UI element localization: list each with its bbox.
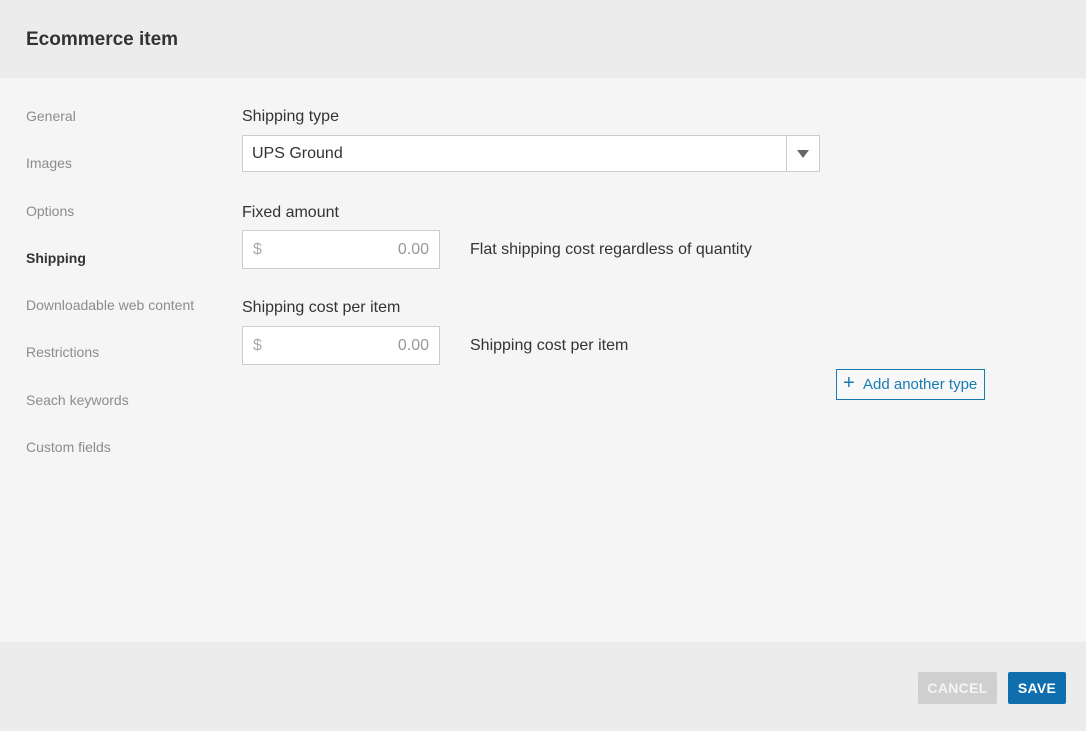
dialog-title: Ecommerce item — [26, 29, 179, 50]
sidebar-item-options[interactable]: Options — [26, 201, 216, 248]
shipping-type-select[interactable]: UPS Ground — [242, 135, 820, 172]
sidebar-item-downloadable-web-content[interactable]: Downloadable web content — [26, 295, 216, 342]
per-item-field: $ — [242, 326, 440, 365]
sidebar-item-shipping[interactable]: Shipping — [26, 248, 216, 295]
fixed-amount-hint: Flat shipping cost regardless of quantit… — [470, 241, 752, 258]
save-button[interactable]: SAVE — [1008, 672, 1066, 704]
fixed-amount-field: $ — [242, 230, 440, 269]
add-another-type-label: Add another type — [863, 376, 978, 393]
fixed-amount-input[interactable] — [269, 232, 429, 267]
cancel-button[interactable]: CANCEL — [918, 672, 997, 704]
fixed-amount-label: Fixed amount — [242, 204, 339, 221]
plus-icon: + — [843, 372, 855, 394]
sidebar-item-restrictions[interactable]: Restrictions — [26, 342, 216, 389]
currency-symbol: $ — [253, 337, 262, 354]
chevron-down-icon — [797, 150, 809, 158]
currency-symbol: $ — [253, 241, 262, 258]
sidebar-item-images[interactable]: Images — [26, 153, 216, 200]
add-another-type-button[interactable]: + Add another type — [836, 369, 985, 400]
sidebar-nav: General Images Options Shipping Download… — [26, 106, 216, 484]
shipping-type-label: Shipping type — [242, 108, 339, 125]
sidebar-item-general[interactable]: General — [26, 106, 216, 153]
shipping-type-value: UPS Ground — [252, 145, 343, 162]
per-item-label: Shipping cost per item — [242, 299, 401, 316]
per-item-hint: Shipping cost per item — [470, 337, 629, 354]
sidebar-item-custom-fields[interactable]: Custom fields — [26, 437, 216, 484]
dialog-header: Ecommerce item — [0, 0, 1086, 78]
per-item-input[interactable] — [269, 328, 429, 363]
dropdown-toggle[interactable] — [786, 136, 819, 171]
dialog-footer: CANCEL SAVE — [0, 642, 1086, 731]
sidebar-item-search-keywords[interactable]: Seach keywords — [26, 390, 216, 437]
